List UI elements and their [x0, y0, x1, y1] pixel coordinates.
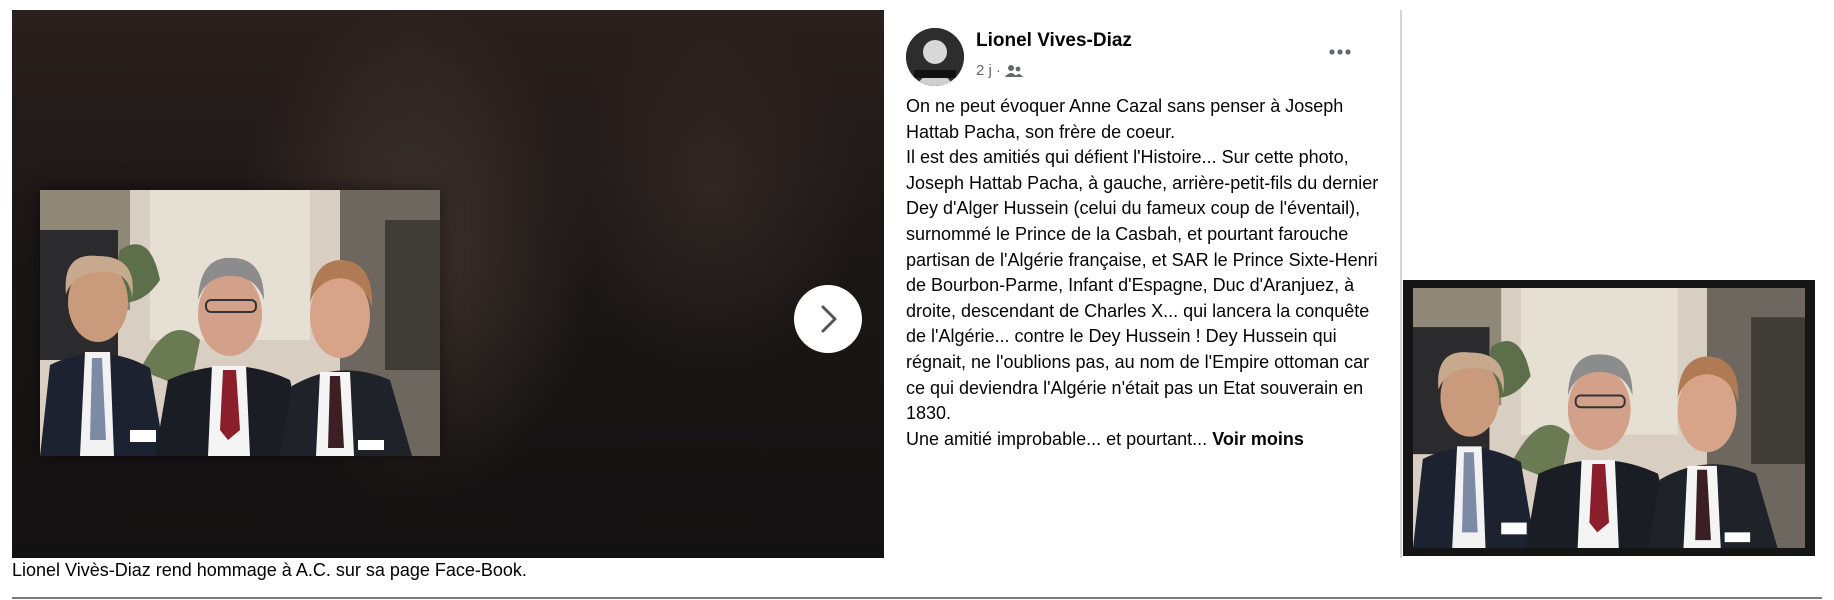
post-panel: Lionel Vives-Diaz 2 j · On ne peut évoqu…	[884, 10, 1402, 558]
meta-separator: ·	[995, 62, 1001, 79]
avatar-image	[906, 28, 964, 86]
divider	[12, 597, 1822, 599]
side-photo-image	[1413, 288, 1805, 548]
post-text: On ne peut évoquer Anne Cazal sans pense…	[906, 94, 1384, 452]
post-paragraph: On ne peut évoquer Anne Cazal sans pense…	[906, 96, 1344, 142]
friends-icon[interactable]	[1004, 64, 1023, 78]
see-less-link[interactable]: Voir moins	[1212, 429, 1304, 449]
photo-viewer	[12, 10, 884, 558]
post-paragraph-last: Une amitié improbable... et pourtant... …	[906, 427, 1384, 453]
avatar[interactable]	[906, 28, 964, 86]
post-paragraph-text: Une amitié improbable... et pourtant...	[906, 428, 1208, 449]
post-time[interactable]: 2 j	[976, 62, 992, 79]
caption: Lionel Vivès-Diaz rend hommage à A.C. su…	[12, 560, 527, 580]
side-photo-frame	[1403, 280, 1815, 556]
post-paragraph: Il est des amitiés qui défient l'Histoir…	[906, 147, 1379, 424]
side-photo	[1413, 288, 1805, 548]
post-photo[interactable]	[40, 190, 440, 456]
post-meta: 2 j ·	[976, 62, 1023, 79]
more-horizontal-icon	[1329, 49, 1351, 55]
author-name[interactable]: Lionel Vives-Diaz	[976, 30, 1132, 52]
next-photo-button[interactable]	[794, 285, 862, 353]
photo-image	[40, 190, 440, 456]
more-options-button[interactable]	[1324, 40, 1356, 64]
chevron-right-icon	[821, 305, 837, 333]
